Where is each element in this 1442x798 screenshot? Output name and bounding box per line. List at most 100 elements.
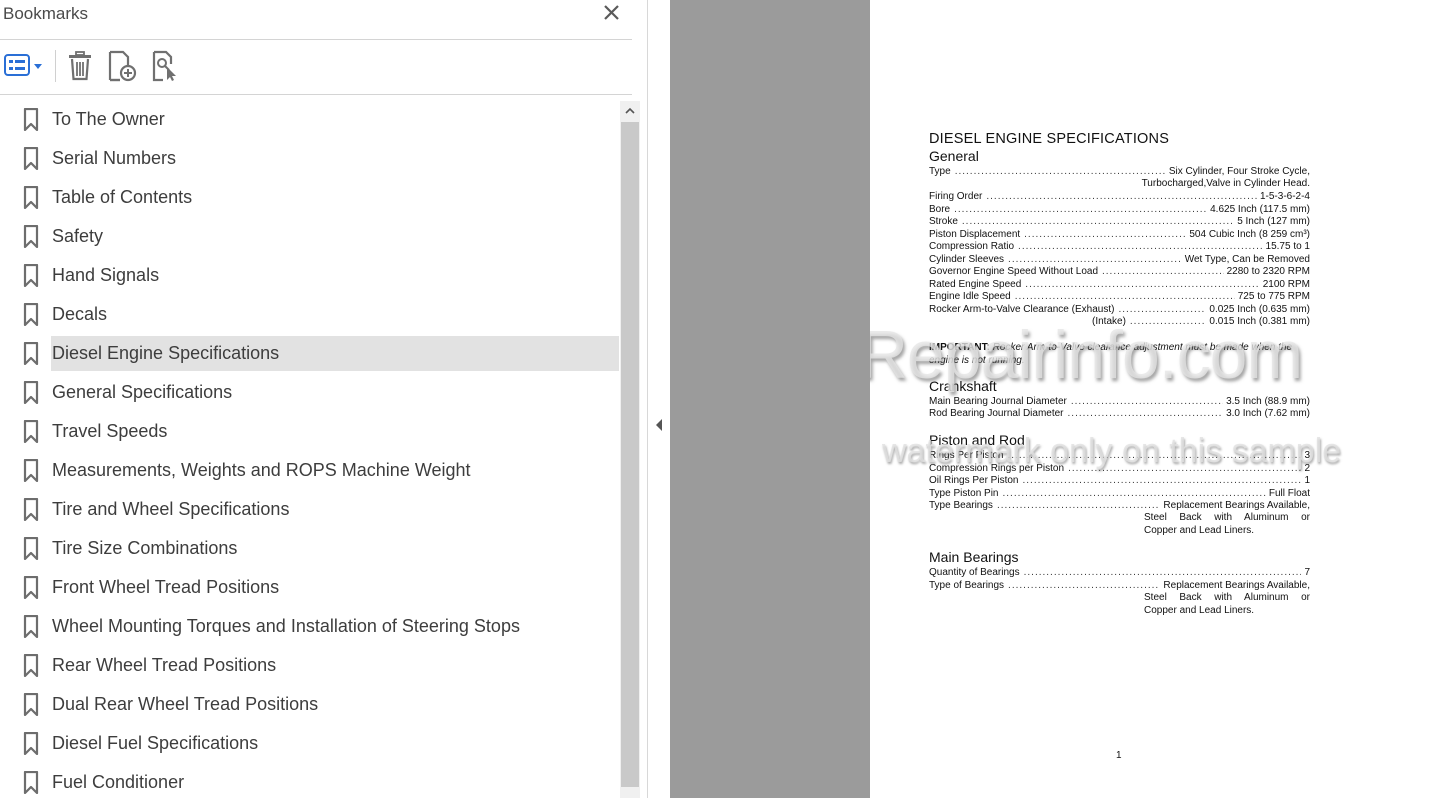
document-background [670,0,870,798]
bookmark-icon [23,459,39,482]
spec-row: Engine Idle Speed.......................… [929,291,1310,302]
triangle-left-icon [656,419,662,431]
bookmark-icon [23,771,39,794]
watermark-note: watermark only on this sample [882,432,1342,470]
bookmark-highlight [51,297,619,332]
bookmark-item[interactable]: To The Owner [0,102,620,137]
close-icon [604,5,619,20]
spec-row: Bore....................................… [929,204,1310,215]
options-list-icon [4,54,42,76]
bookmark-item[interactable]: Safety [0,219,620,254]
find-bookmark-button[interactable] [150,50,182,82]
document-page: DIESEL ENGINE SPECIFICATIONS General Typ… [870,0,1442,798]
bookmark-icon [23,654,39,677]
bookmarks-panel: Bookmarks To The Owner Serial Numbers Ta… [0,0,648,798]
bookmark-label: General Specifications [52,382,233,402]
bookmark-label: Rear Wheel Tread Positions [52,655,277,675]
page-number: 1 [1116,750,1122,761]
panel-scrollbar[interactable] [620,101,640,798]
spec-row: Cylinder Sleeves........................… [929,254,1310,265]
bookmark-list: To The Owner Serial Numbers Table of Conte… [0,101,620,798]
trash-icon [69,51,91,81]
bookmark-item[interactable]: Rear Wheel Tread Positions [0,648,620,683]
watermark-brand: eRepairinfo.com [870,317,1303,393]
bookmark-item[interactable]: Diesel Fuel Specifications [0,726,620,761]
bookmark-label: Diesel Fuel Specifications [52,733,259,753]
bookmark-icon [23,693,39,716]
bookmark-icon [23,732,39,755]
doc-title: DIESEL ENGINE SPECIFICATIONS [929,131,1170,147]
bookmark-icon [23,108,39,131]
bookmark-label: Measurements, Weights and ROPS Machine W… [52,460,471,480]
new-bookmark-icon [108,50,137,82]
find-bookmark-icon [152,50,176,82]
bookmark-icon [23,615,39,638]
bookmark-label: Tire and Wheel Specifications [52,499,290,519]
spec-row: Quantity of Bearings....................… [929,567,1310,578]
bookmark-icon [23,381,39,404]
scroll-up-button[interactable] [620,101,640,121]
spec-row: Piston Displacement.....................… [929,229,1310,240]
chevron-up-icon [625,107,635,114]
bookmark-item[interactable]: Measurements, Weights and ROPS Machine W… [0,453,620,488]
close-panel-button[interactable] [600,2,624,24]
bookmark-item[interactable]: Fuel Conditioner [0,765,620,798]
panel-title: Bookmarks [3,4,89,23]
bookmark-label: Table of Contents [52,187,193,207]
bookmark-item[interactable]: Front Wheel Tread Positions [0,570,620,605]
spec-continuation: Steel Back with Aluminum or [1144,512,1310,523]
spec-row: Rated Engine Speed......................… [929,279,1310,290]
bookmark-icon [23,303,39,326]
spec-continuation: Copper and Lead Liners. [1144,525,1255,536]
bookmark-item[interactable]: Hand Signals [0,258,620,293]
spec-continuation: Copper and Lead Liners. [1144,605,1255,616]
bookmark-item[interactable]: Dual Rear Wheel Tread Positions [0,687,620,722]
bookmark-label: To The Owner [52,109,165,129]
options-menu-button[interactable] [3,50,47,82]
collapse-panel-button[interactable] [654,418,664,432]
bookmark-item[interactable]: Decals [0,297,620,332]
bookmark-icon [23,342,39,365]
spec-row: Oil Rings Per Piston....................… [929,475,1310,486]
spec-row: Type Bearings...........................… [929,500,1310,511]
scroll-thumb[interactable] [621,122,639,787]
bookmark-label: Safety [52,226,104,246]
section-general-heading: General [929,148,979,164]
bookmark-item[interactable]: Tire Size Combinations [0,531,620,566]
bookmark-highlight [51,219,619,254]
spec-continuation: Steel Back with Aluminum or [1144,592,1310,603]
bookmark-label: Decals [52,304,108,324]
bookmark-label: Tire Size Combinations [52,538,238,558]
bookmark-label: Fuel Conditioner [52,772,185,792]
bookmark-label: Front Wheel Tread Positions [52,577,280,597]
spec-row: Firing Order............................… [929,191,1310,202]
bookmark-item[interactable]: Table of Contents [0,180,620,215]
spec-row: Rod Bearing Journal Diameter............… [929,408,1310,419]
bookmark-icon [23,420,39,443]
bookmark-item[interactable]: Wheel Mounting Torques and Installation … [0,609,620,644]
bookmark-item[interactable]: General Specifications [0,375,620,410]
bookmark-icon [23,498,39,521]
spec-row: Main Bearing Journal Diameter...........… [929,396,1310,407]
bookmark-label: Travel Speeds [52,421,168,441]
bookmark-label: Hand Signals [52,265,160,285]
bookmark-icon [23,576,39,599]
spec-row: Type....................................… [929,166,1310,177]
bookmark-item[interactable]: Travel Speeds [0,414,620,449]
bookmark-icon [23,264,39,287]
panel-header: Bookmarks [0,0,632,40]
spec-row: Type Piston Pin.........................… [929,488,1310,499]
toolbar-separator [55,50,56,82]
bookmark-label: Dual Rear Wheel Tread Positions [52,694,319,714]
bookmark-item[interactable]: Diesel Engine Specifications [0,336,620,371]
bookmark-item[interactable]: Tire and Wheel Specifications [0,492,620,527]
section-main-bearings-heading: Main Bearings [929,549,1019,565]
delete-bookmark-button[interactable] [64,50,96,82]
spec-row: Stroke..................................… [929,216,1310,227]
spec-row: Type of Bearings........................… [929,580,1310,591]
bookmark-icon [23,147,39,170]
panel-splitter[interactable] [648,0,670,798]
new-bookmark-button[interactable] [106,50,140,82]
bookmark-item[interactable]: Serial Numbers [0,141,620,176]
bookmark-icon [23,537,39,560]
